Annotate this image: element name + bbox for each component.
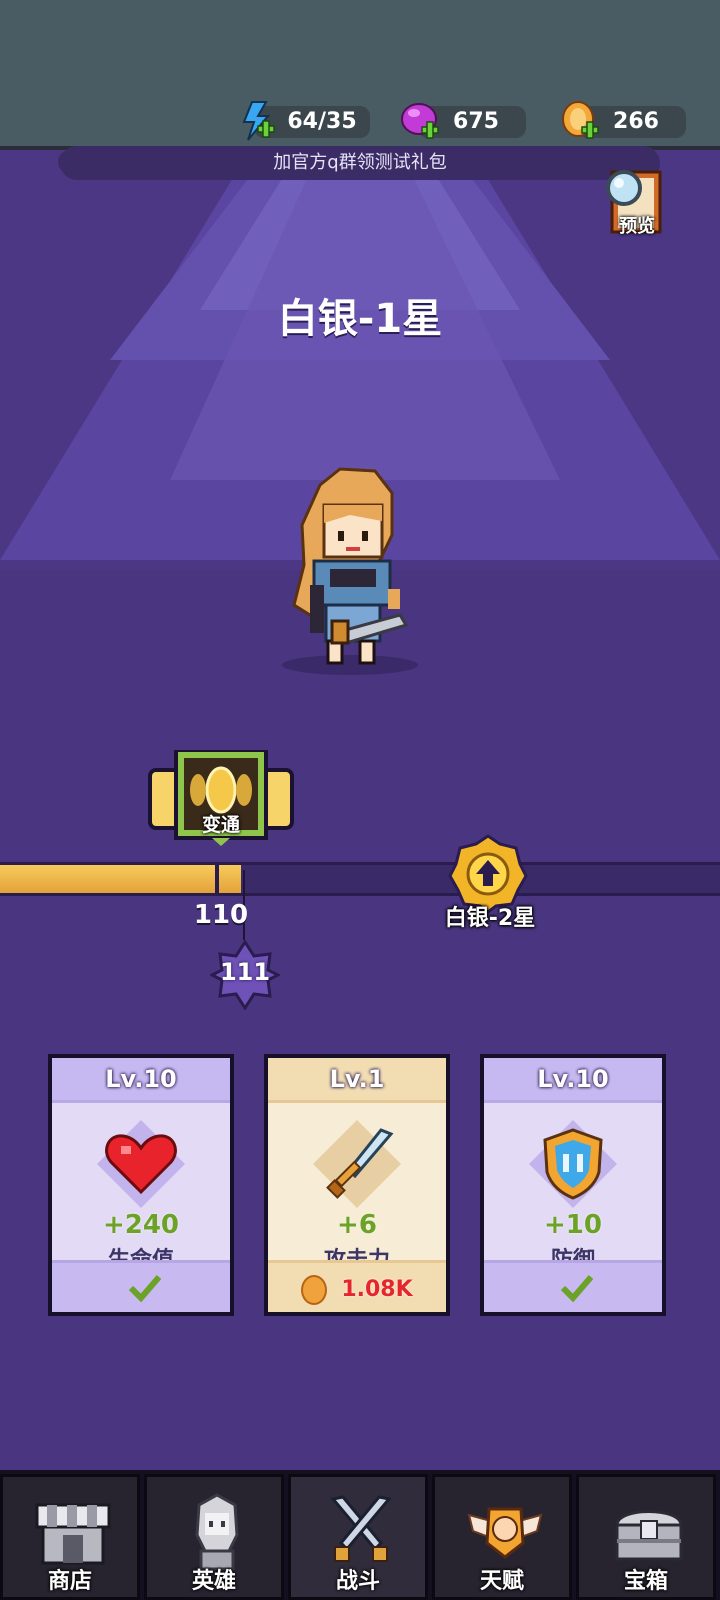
coin-icon bbox=[301, 1275, 328, 1305]
energy-value: 64/35 bbox=[287, 109, 357, 134]
next-rank-label: 白银-2星 bbox=[444, 906, 536, 931]
blonde-swordswoman-sprite[interactable] bbox=[280, 465, 430, 690]
nav-label: 战斗 bbox=[335, 1569, 380, 1594]
card-level: Lv.10 bbox=[52, 1058, 230, 1103]
bottom-nav: 商店 英雄 战斗 天赋 宝箱 bbox=[0, 1470, 720, 1600]
gem-counter[interactable]: 675 bbox=[401, 103, 526, 139]
top-status-bar: 64/35 675 266 bbox=[0, 0, 720, 150]
attack-upgrade-card[interactable]: Lv.1 +6 攻击力 1.08K bbox=[264, 1054, 450, 1316]
hero-icon bbox=[195, 1493, 239, 1571]
nav-hero[interactable]: 英雄 bbox=[144, 1474, 284, 1600]
preview-button-label[interactable]: 预览 bbox=[606, 212, 668, 238]
card-footer[interactable]: 1.08K bbox=[268, 1260, 446, 1312]
card-amount: +10 bbox=[544, 1210, 602, 1240]
heart-icon bbox=[97, 1120, 185, 1208]
sword-icon bbox=[313, 1120, 401, 1208]
rank-progress-fill bbox=[0, 865, 242, 893]
gem-value: 675 bbox=[453, 109, 499, 134]
upgrade-cost-value: 1.08K bbox=[341, 1277, 413, 1302]
nav-chest[interactable]: 宝箱 bbox=[576, 1474, 716, 1600]
shop-icon bbox=[35, 1503, 111, 1565]
nav-talent[interactable]: 天赋 bbox=[432, 1474, 572, 1600]
nav-battle[interactable]: 战斗 bbox=[288, 1474, 428, 1600]
nav-shop[interactable]: 商店 bbox=[0, 1474, 140, 1600]
check-icon bbox=[560, 1275, 594, 1303]
upgrade-cost: 1.08K bbox=[268, 1275, 446, 1305]
lightning-plus-icon bbox=[242, 101, 275, 141]
treasure-chest-icon bbox=[615, 1510, 683, 1561]
card-amount: +240 bbox=[102, 1210, 180, 1240]
card-footer bbox=[484, 1260, 662, 1312]
nav-label: 英雄 bbox=[191, 1569, 236, 1594]
next-progress-value: 111 bbox=[219, 958, 271, 986]
crossed-swords-icon bbox=[330, 1495, 392, 1562]
card-level: Lv.1 bbox=[268, 1058, 446, 1103]
energy-counter[interactable]: 64/35 bbox=[242, 101, 370, 141]
coin-counter[interactable]: 266 bbox=[562, 101, 686, 139]
nav-label: 天赋 bbox=[479, 1569, 524, 1594]
rank-title: 白银-1星 bbox=[277, 296, 443, 342]
winged-fist-icon bbox=[467, 1507, 543, 1559]
skill-label: 变通 bbox=[201, 814, 240, 836]
nav-label: 商店 bbox=[47, 1569, 92, 1594]
rank-progress-track bbox=[0, 862, 720, 896]
check-icon bbox=[128, 1275, 162, 1303]
card-level: Lv.10 bbox=[484, 1058, 662, 1103]
defense-upgrade-card[interactable]: Lv.10 +10 防御 bbox=[480, 1054, 666, 1316]
shield-icon bbox=[529, 1120, 617, 1208]
card-footer bbox=[52, 1260, 230, 1312]
progress-divider bbox=[215, 862, 219, 896]
hp-upgrade-card[interactable]: Lv.10 +240 生命值 bbox=[48, 1054, 234, 1316]
card-amount: +6 bbox=[337, 1210, 377, 1240]
coin-value: 266 bbox=[613, 109, 659, 134]
current-progress-value: 110 bbox=[193, 900, 249, 930]
nav-label: 宝箱 bbox=[623, 1569, 668, 1594]
